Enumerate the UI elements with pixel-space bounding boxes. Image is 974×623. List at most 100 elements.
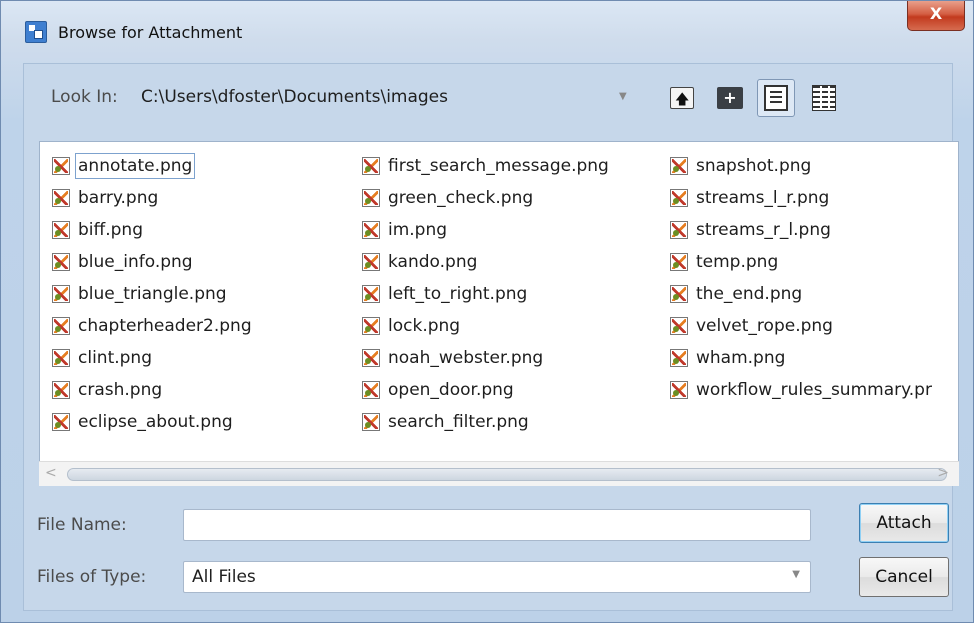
scroll-left-icon[interactable]: < — [45, 465, 57, 481]
png-file-icon — [52, 349, 70, 367]
file-name: the_end.png — [696, 284, 803, 304]
png-file-icon — [670, 349, 688, 367]
png-file-icon — [362, 253, 380, 271]
png-file-icon — [670, 157, 688, 175]
file-item[interactable]: barry.png — [52, 182, 252, 214]
file-item[interactable]: wham.png — [670, 342, 932, 374]
file-item[interactable]: velvet_rope.png — [670, 310, 932, 342]
file-name: streams_r_l.png — [696, 220, 831, 240]
files-of-type-select[interactable]: All Files ▼ — [183, 561, 811, 593]
file-name: green_check.png — [388, 188, 534, 208]
png-file-icon — [52, 189, 70, 207]
horizontal-scrollbar[interactable]: < > — [39, 461, 959, 486]
scroll-thumb[interactable] — [67, 468, 947, 481]
png-file-icon — [362, 413, 380, 431]
png-file-icon — [670, 317, 688, 335]
file-name: search_filter.png — [388, 412, 529, 432]
file-item[interactable]: eclipse_about.png — [52, 406, 252, 438]
file-name-field[interactable] — [183, 509, 811, 541]
details-view-icon — [812, 85, 836, 111]
file-name-label: File Name: — [37, 515, 127, 535]
png-file-icon — [362, 221, 380, 239]
file-item[interactable]: first_search_message.png — [362, 150, 609, 182]
png-file-icon — [362, 157, 380, 175]
file-item[interactable]: open_door.png — [362, 374, 609, 406]
file-item[interactable]: crash.png — [52, 374, 252, 406]
dialog-title: Browse for Attachment — [58, 23, 243, 42]
file-item[interactable]: lock.png — [362, 310, 609, 342]
file-item[interactable]: search_filter.png — [362, 406, 609, 438]
file-item[interactable]: annotate.png — [52, 150, 252, 182]
file-name: blue_info.png — [78, 252, 193, 272]
png-file-icon — [670, 285, 688, 303]
file-name: velvet_rope.png — [696, 316, 833, 336]
png-file-icon — [670, 381, 688, 399]
file-name: annotate.png — [74, 153, 196, 179]
look-in-path[interactable]: C:\Users\dfoster\Documents\images — [141, 87, 448, 107]
file-name: streams_l_r.png — [696, 188, 830, 208]
file-name: open_door.png — [388, 380, 514, 400]
png-file-icon — [362, 317, 380, 335]
png-file-icon — [362, 349, 380, 367]
file-column: annotate.png barry.png biff.png blue_info.p… — [52, 150, 252, 438]
file-column: snapshot.png streams_l_r.png streams_r_l.p… — [670, 150, 932, 406]
look-in-dropdown-icon[interactable]: ▼ — [619, 91, 639, 103]
file-list[interactable]: annotate.png barry.png biff.png blue_info.p… — [39, 141, 959, 486]
file-item[interactable]: left_to_right.png — [362, 278, 609, 310]
file-item[interactable]: green_check.png — [362, 182, 609, 214]
file-name: kando.png — [388, 252, 478, 272]
file-name: noah_webster.png — [388, 348, 544, 368]
png-file-icon — [362, 381, 380, 399]
list-view-button[interactable] — [757, 79, 795, 117]
file-name: crash.png — [78, 380, 163, 400]
png-file-icon — [362, 285, 380, 303]
file-name: left_to_right.png — [388, 284, 528, 304]
file-item[interactable]: blue_triangle.png — [52, 278, 252, 310]
folder-up-button[interactable] — [663, 79, 701, 117]
file-name: lock.png — [388, 316, 461, 336]
scroll-right-icon[interactable]: > — [937, 465, 949, 481]
png-file-icon — [52, 317, 70, 335]
app-icon — [25, 21, 47, 43]
close-button[interactable]: X — [907, 1, 965, 31]
chevron-down-icon: ▼ — [792, 569, 800, 580]
file-item[interactable]: blue_info.png — [52, 246, 252, 278]
file-name: snapshot.png — [696, 156, 812, 176]
list-view-icon — [764, 85, 788, 111]
png-file-icon — [52, 221, 70, 239]
file-item[interactable]: im.png — [362, 214, 609, 246]
files-of-type-value: All Files — [192, 567, 256, 587]
file-item[interactable]: the_end.png — [670, 278, 932, 310]
look-in-label: Look In: — [51, 87, 118, 107]
file-item[interactable]: biff.png — [52, 214, 252, 246]
file-item[interactable]: temp.png — [670, 246, 932, 278]
png-file-icon — [670, 221, 688, 239]
file-name: wham.png — [696, 348, 786, 368]
png-file-icon — [670, 253, 688, 271]
file-item[interactable]: snapshot.png — [670, 150, 932, 182]
file-name: eclipse_about.png — [78, 412, 233, 432]
file-item[interactable]: noah_webster.png — [362, 342, 609, 374]
png-file-icon — [670, 189, 688, 207]
file-column: first_search_message.png green_check.pngi… — [362, 150, 609, 438]
details-view-button[interactable] — [805, 79, 843, 117]
file-name: chapterheader2.png — [78, 316, 252, 336]
file-name: first_search_message.png — [388, 156, 609, 176]
file-name: barry.png — [78, 188, 159, 208]
png-file-icon — [52, 413, 70, 431]
file-name: blue_triangle.png — [78, 284, 227, 304]
browse-dialog: Browse for Attachment X Look In: C:\User… — [0, 0, 974, 623]
file-item[interactable]: streams_l_r.png — [670, 182, 932, 214]
new-folder-button[interactable]: + — [711, 79, 749, 117]
file-item[interactable]: clint.png — [52, 342, 252, 374]
file-item[interactable]: kando.png — [362, 246, 609, 278]
file-item[interactable]: chapterheader2.png — [52, 310, 252, 342]
file-item[interactable]: streams_r_l.png — [670, 214, 932, 246]
file-name: temp.png — [696, 252, 779, 272]
cancel-button[interactable]: Cancel — [859, 557, 949, 597]
attach-button[interactable]: Attach — [859, 503, 949, 543]
file-name: workflow_rules_summary.pr — [696, 380, 932, 400]
title-bar[interactable]: Browse for Attachment X — [1, 1, 973, 61]
file-name: biff.png — [78, 220, 143, 240]
file-item[interactable]: workflow_rules_summary.pr — [670, 374, 932, 406]
